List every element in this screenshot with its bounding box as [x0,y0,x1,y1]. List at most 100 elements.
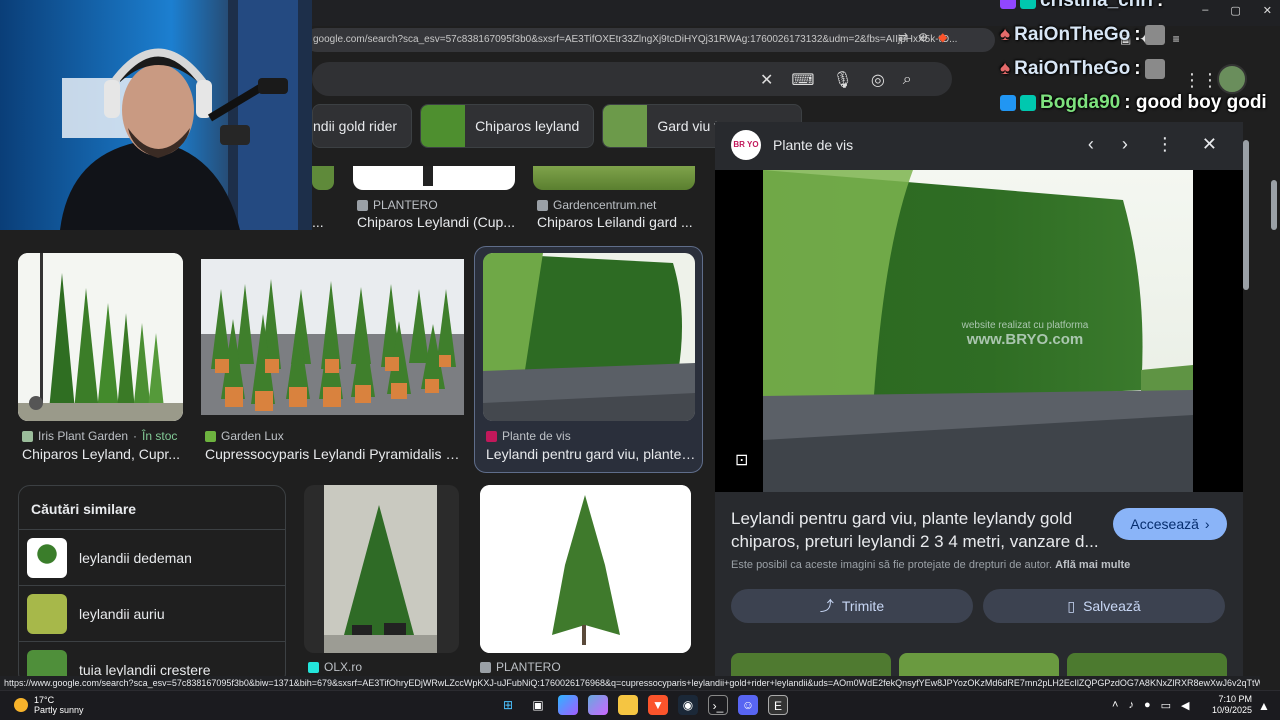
result-card[interactable] [353,166,515,190]
weather-widget[interactable]: 17°C Partly sunny [14,695,84,715]
chevron-left-icon[interactable]: ‹ [1088,134,1094,155]
keyboard-icon[interactable]: ⌨ [791,70,814,90]
result-source: OLX.ro [308,660,362,674]
result-title[interactable]: Chiparos Leyland, Cupr... [22,446,182,462]
close-icon[interactable]: ✕ [1202,134,1217,155]
preview-title[interactable]: Leylandi pentru gard viu, plante leyland… [731,507,1101,553]
chat-text: : [1157,0,1164,11]
speaker-icon[interactable]: ◀ [1181,699,1189,712]
source-name: Gardencentrum.net [553,198,657,212]
display-icon[interactable]: ▭ [1161,699,1171,712]
result-card[interactable] [201,259,464,415]
result-title[interactable]: Chiparos Leilandi gard ... [537,214,697,230]
save-button[interactable]: ▯ Salvează [983,589,1225,623]
address-bar-icons: ⇄ ⊕ ◆ [898,30,947,44]
result-source: PLANTERO [357,198,438,212]
share-button[interactable]: ⤴ Trimite [731,589,973,623]
copyright-text: Este posibil ca aceste imagini să fie pr… [731,559,1053,571]
chat-message: Bogda90 : good boy godi [1000,92,1267,114]
brave-shield-icon[interactable]: ◆ [938,30,947,44]
task-view-icon[interactable]: ▣ [528,695,548,715]
related-image[interactable] [899,653,1059,677]
lens-icon[interactable]: ◎ [871,70,885,90]
google-apps-icon[interactable]: ⋮⋮ [1183,70,1219,91]
notification-icon[interactable]: ▲ [1258,699,1270,713]
terminal-icon[interactable]: ›_ [708,695,728,715]
chevron-right-icon: › [1204,516,1210,532]
windows-start-icon[interactable]: ⊞ [498,695,518,715]
mic-icon[interactable]: 🎙 [833,70,853,90]
chip-chiparos-leyland[interactable]: Chiparos leyland [420,104,595,148]
similar-heading: Căutări similare [31,501,137,517]
copilot-icon[interactable] [558,695,578,715]
similar-item[interactable]: leylandii dedeman [19,529,285,585]
store-icon[interactable] [588,695,608,715]
panel-scrollbar[interactable] [1243,130,1249,670]
menu-icon[interactable]: ≡ [1173,32,1180,46]
time: 7:10 PM [1218,694,1252,704]
chat-message: ♠ RaiOnTheGo : [1000,24,1165,46]
result-card[interactable] [304,485,459,653]
image-preview-panel: BR YO Plante de vis ‹ › ⋮ ✕ website real… [715,122,1243,677]
maximize-icon[interactable]: ▢ [1230,4,1240,17]
chat-username: RaiOnTheGo [1014,24,1131,45]
minimize-icon[interactable]: – [1202,4,1208,17]
badge-icon [1000,95,1016,111]
separator: · [133,429,138,443]
visit-label: Accesează [1130,516,1199,532]
preview-controls: ‹ › ⋮ ✕ [1088,134,1217,155]
chip-thumbnail [421,105,466,147]
search-icon[interactable]: ⌕ [903,71,912,89]
potted-cypress-photo [201,259,464,415]
translate-icon[interactable]: ⇄ [898,30,908,44]
chevron-up-icon[interactable]: ˄ [1112,699,1118,712]
learn-more-link[interactable]: Află mai multe [1055,559,1130,571]
scroll-thumb[interactable] [1243,140,1249,290]
result-title[interactable]: Chiparos Leylandi (Cup... [357,214,517,230]
address-bar[interactable]: google.com/search?sca_esv=57c838167095f3… [305,28,995,52]
preview-image-area: website realizat cu platforma www.BRYO.c… [715,170,1243,492]
volume-icon[interactable]: ♪ [1128,699,1134,712]
source-name: PLANTERO [373,198,438,212]
lens-search-icon[interactable]: ⊡ [735,450,757,472]
chat-text: : [1134,24,1141,45]
chevron-right-icon[interactable]: › [1122,134,1128,155]
steam-icon[interactable]: ◉ [678,695,698,715]
streamer-webcam [60,0,312,230]
mic-tray-icon[interactable]: ● [1144,699,1151,712]
similar-item[interactable]: leylandii auriu [19,585,285,641]
clock[interactable]: 7:10 PM 10/9/2025 [1212,694,1252,716]
result-card[interactable] [533,166,695,190]
badge-icon [1020,0,1036,9]
result-card[interactable] [312,166,336,190]
result-card[interactable] [483,253,695,421]
site-name[interactable]: Plante de vis [773,137,853,153]
preview-header: BR YO Plante de vis [731,130,853,160]
zoom-icon[interactable]: ⊕ [918,30,928,44]
hedge-photo-thumb [483,253,695,421]
chip-gold-rider[interactable]: ndii gold rider [312,104,413,148]
result-title[interactable]: Cupressocyparis Leylandi Pyramidalis S..… [205,446,463,462]
share-label: Trimite [841,598,885,614]
page-scrollbar[interactable] [1271,180,1277,230]
result-card[interactable] [480,485,691,653]
avatar[interactable] [1217,64,1247,94]
file-explorer-icon[interactable] [618,695,638,715]
similar-label: leylandii auriu [79,605,165,622]
result-title[interactable]: Leylandi pentru gard viu, plante ... [486,446,696,462]
brave-browser-icon[interactable]: ▼ [648,695,668,715]
visit-button[interactable]: Accesează › [1113,508,1227,540]
search-tools: ✕ ⌨ 🎙 ◎ ⌕ [760,70,912,90]
result-title[interactable]: ... [312,214,336,230]
chat-text: : good boy godi [1124,92,1267,113]
more-vert-icon[interactable]: ⋮ [1156,134,1174,155]
epic-games-icon[interactable]: E [768,695,788,715]
related-image[interactable] [731,653,891,677]
result-image [483,253,695,421]
hat-badge-icon: ♠ [1000,24,1011,45]
result-card[interactable] [18,253,183,421]
clear-icon[interactable]: ✕ [760,70,773,90]
related-image[interactable] [1067,653,1227,677]
close-window-icon[interactable]: ✕ [1263,4,1272,17]
discord-icon[interactable]: ☺ [738,695,758,715]
